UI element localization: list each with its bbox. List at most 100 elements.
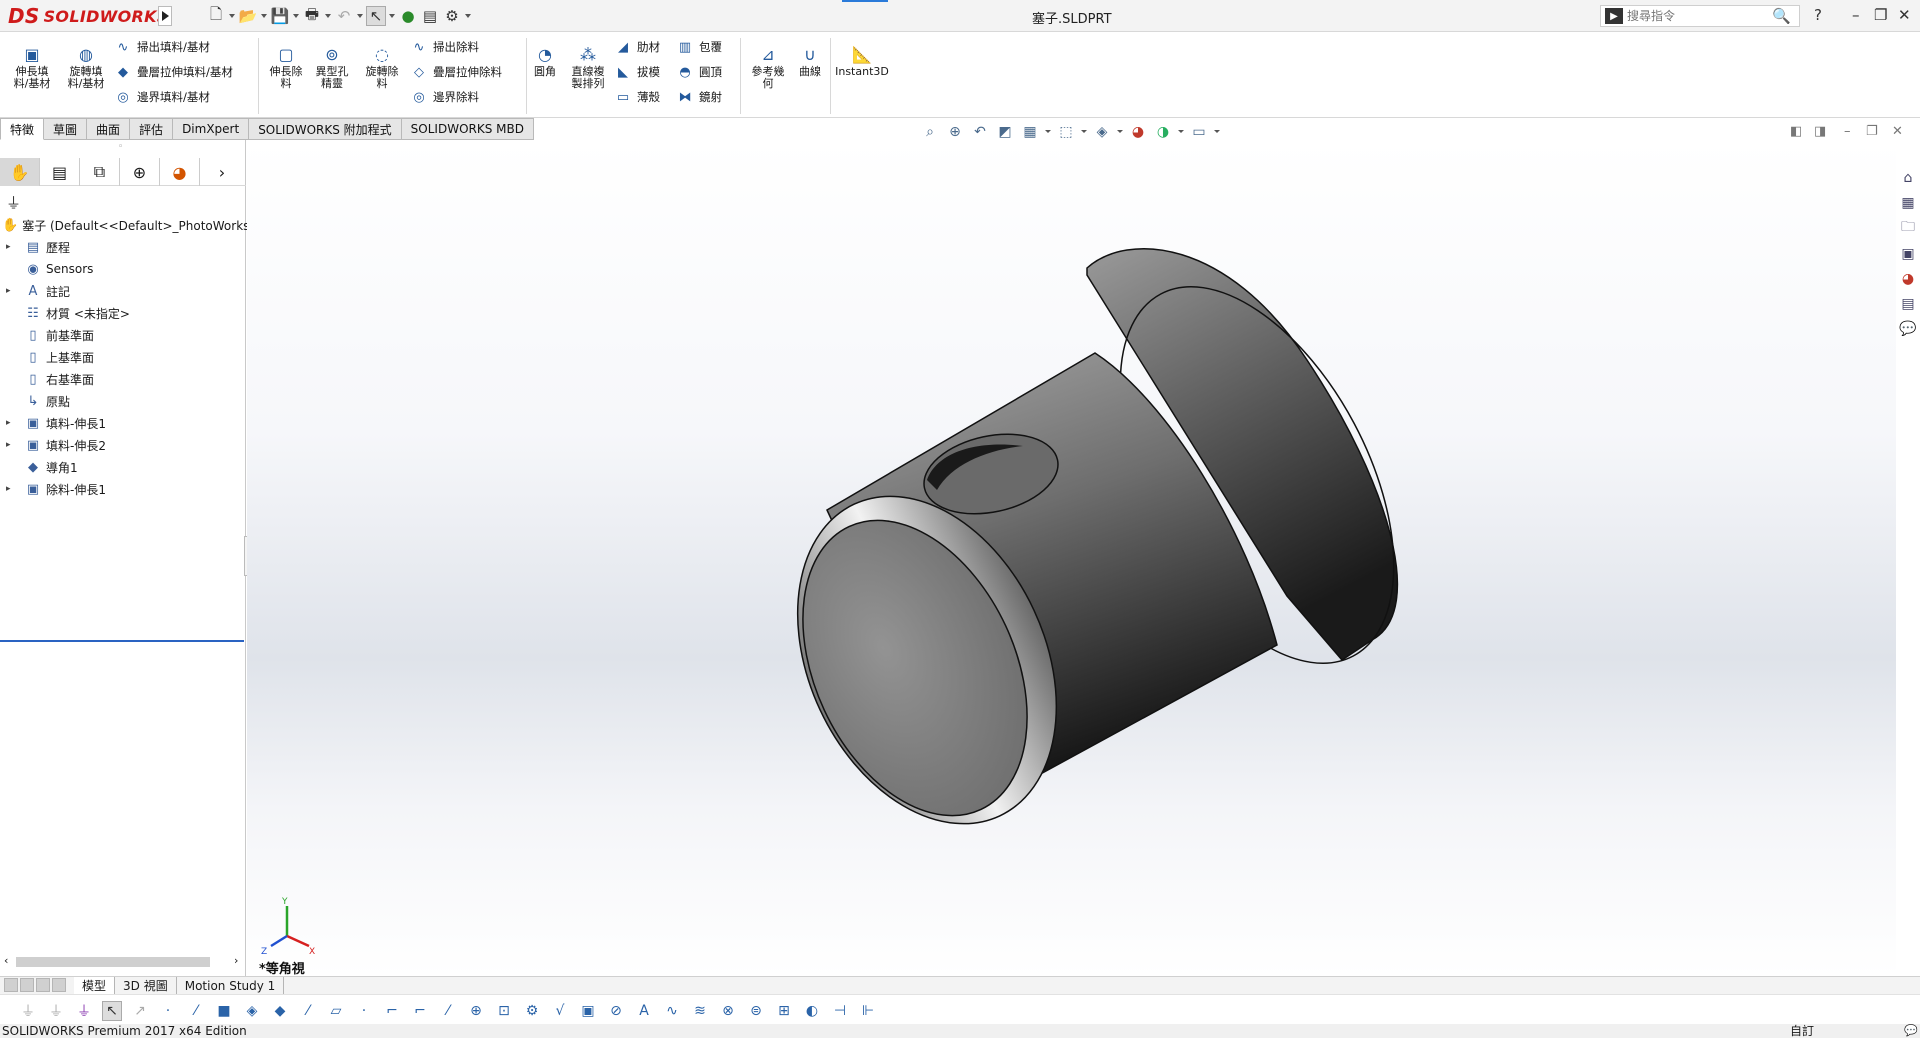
wrap-button[interactable]: ▥ 包覆 xyxy=(676,36,722,58)
tab-dimxpert[interactable]: DimXpert xyxy=(173,118,250,140)
property-manager-tab[interactable]: ▤ xyxy=(40,158,80,186)
filter-datum-targets-icon[interactable]: ∿ xyxy=(662,1001,682,1021)
undo-icon[interactable]: ↶ xyxy=(334,6,354,26)
solidworks-resources-icon[interactable]: ⌂ xyxy=(1898,168,1918,187)
tree-item[interactable]: ◆ 導角1 xyxy=(0,456,246,478)
rib-button[interactable]: ◢ 肋材 xyxy=(614,36,660,58)
search-input[interactable] xyxy=(1627,9,1757,23)
filter-toggle-icon[interactable]: ⏚ xyxy=(18,1001,38,1021)
close-icon[interactable]: ✕ xyxy=(1898,6,1911,24)
search-commands-box[interactable]: ▶ 🔍 xyxy=(1600,5,1800,27)
tree-item[interactable]: ☷ 材質 <未指定> xyxy=(0,302,246,324)
appearances-icon[interactable]: ◕ xyxy=(1898,269,1918,288)
filter-dowel-pins-icon[interactable]: ⊜ xyxy=(746,1001,766,1021)
filter-routing-points-icon[interactable]: ◐ xyxy=(802,1001,822,1021)
viewport-tile-left-icon[interactable]: ◧ xyxy=(1790,124,1802,139)
print-dropdown[interactable] xyxy=(324,6,332,26)
revolve-boss-button[interactable]: ◍ 旋轉填 料/基材 xyxy=(64,44,108,90)
new-dropdown[interactable] xyxy=(228,6,236,26)
viewport-restore-icon[interactable]: ❐ xyxy=(1866,124,1878,139)
fillet-button[interactable]: ◔ 圓角 xyxy=(530,44,560,78)
filter-clear-icon[interactable]: ⏚ xyxy=(46,1001,66,1021)
filter-cosmetic-threads-icon[interactable]: ≋ xyxy=(690,1001,710,1021)
viewport-tile-right-icon[interactable]: ◨ xyxy=(1814,124,1826,139)
rollback-bar[interactable] xyxy=(0,640,244,642)
graphics-area[interactable]: Y X Z *等角視 xyxy=(247,140,1896,976)
filter-dimensions-icon[interactable]: ⊡ xyxy=(494,1001,514,1021)
menu-expand-arrow[interactable] xyxy=(158,6,172,26)
filter-surface-finish-icon[interactable]: ⚙ xyxy=(522,1001,542,1021)
filter-notes-icon[interactable]: ▣ xyxy=(578,1001,598,1021)
design-library-icon[interactable]: ▦ xyxy=(1898,193,1918,212)
filter-faces-icon[interactable]: ■ xyxy=(214,1001,234,1021)
view-orientation-icon[interactable]: ⬚ xyxy=(1056,123,1076,141)
shell-button[interactable]: ▭ 薄殼 xyxy=(614,86,660,108)
open-dropdown[interactable] xyxy=(260,6,268,26)
swept-boss-button[interactable]: ∿ 掃出填料/基材 xyxy=(114,36,210,58)
hide-show-dropdown[interactable] xyxy=(1117,123,1123,141)
scroll-left-icon[interactable]: ‹ xyxy=(4,954,8,967)
tab-3d-views[interactable]: 3D 視圖 xyxy=(115,976,177,995)
filter-sketch-points-icon[interactable]: · xyxy=(354,1001,374,1021)
zoom-to-fit-icon[interactable]: ⌕ xyxy=(920,123,940,141)
print-icon[interactable]: 🖶 xyxy=(302,5,322,26)
linear-pattern-button[interactable]: ⁂ 直線複 製排列 xyxy=(566,44,610,90)
expand-arrow-icon[interactable]: ▸ xyxy=(6,484,16,494)
filter-axes-icon[interactable]: ⁄ xyxy=(298,1001,318,1021)
expand-arrow-icon[interactable]: ▸ xyxy=(6,440,16,450)
tab-sketch[interactable]: 草圖 xyxy=(44,118,88,140)
select-arrow-icon[interactable]: ↖ xyxy=(102,1000,122,1021)
tree-item[interactable]: ↳ 原點 xyxy=(0,390,246,412)
view-settings-icon[interactable]: ▭ xyxy=(1189,123,1209,141)
filter-geometric-tolerances-icon[interactable]: √ xyxy=(550,1001,570,1021)
custom-properties-icon[interactable]: ▤ xyxy=(1898,294,1918,313)
configuration-manager-tab[interactable]: ⧉ xyxy=(80,158,120,186)
tree-item[interactable]: ▸ ▣ 填料-伸長2 xyxy=(0,434,246,456)
boundary-boss-button[interactable]: ◎ 邊界填料/基材 xyxy=(114,86,210,108)
tab-model[interactable]: 模型 xyxy=(74,976,116,995)
tree-item[interactable]: ▯ 右基準面 xyxy=(0,368,246,390)
filter-vertices-icon[interactable]: ⋅ xyxy=(158,1001,178,1021)
tree-item[interactable]: ▯ 上基準面 xyxy=(0,346,246,368)
panel-horizontal-scrollbar[interactable]: ‹ › xyxy=(0,954,246,970)
search-icon[interactable]: 🔍 xyxy=(1772,7,1791,25)
solidworks-logo[interactable]: DS SOLIDWORKS xyxy=(8,3,168,29)
view-palette-icon[interactable]: ▣ xyxy=(1898,244,1918,263)
select-dropdown[interactable] xyxy=(388,6,396,26)
tab-nav-arrows[interactable] xyxy=(4,977,74,994)
revolve-cut-button[interactable]: ◌ 旋轉除 料 xyxy=(360,44,404,90)
file-explorer-icon[interactable]: 🗀 xyxy=(1898,218,1918,238)
section-view-icon[interactable]: ◩ xyxy=(995,123,1015,141)
filter-weld-symbols-icon[interactable]: A xyxy=(634,1001,654,1021)
restore-icon[interactable]: ❐ xyxy=(1874,6,1887,24)
tree-item[interactable]: ▸ A 註記 xyxy=(0,280,246,302)
tree-root-part[interactable]: ✋ 塞子 (Default<<Default>_PhotoWorks xyxy=(0,214,249,236)
scroll-thumb[interactable] xyxy=(16,957,210,967)
panel-splitter-handle[interactable]: ◦ xyxy=(118,142,123,152)
expand-arrow-icon[interactable]: ▸ xyxy=(6,286,16,296)
options-gear-icon[interactable]: ⚙ xyxy=(442,6,462,26)
display-style-dropdown[interactable] xyxy=(1081,123,1087,141)
select-pointer-icon[interactable]: ↖ xyxy=(366,6,386,26)
scroll-right-icon[interactable]: › xyxy=(234,954,238,967)
expand-arrow-icon[interactable]: ▸ xyxy=(6,242,16,252)
dome-button[interactable]: ◓ 圓頂 xyxy=(676,61,722,83)
filter-blocks-icon[interactable]: ⊗ xyxy=(718,1001,738,1021)
extrude-cut-button[interactable]: ▢ 伸長除 料 xyxy=(264,44,308,90)
solidworks-forum-icon[interactable]: 💬 xyxy=(1898,319,1918,338)
apply-scene-icon[interactable]: ◑ xyxy=(1153,123,1173,141)
select-edges-icon[interactable]: ↗ xyxy=(130,1001,150,1021)
help-icon[interactable]: ? xyxy=(1814,6,1822,24)
save-icon[interactable]: 💾 xyxy=(270,6,290,26)
filter-connection-points-icon[interactable]: ⊞ xyxy=(774,1001,794,1021)
tab-addins[interactable]: SOLIDWORKS 附加程式 xyxy=(249,118,402,140)
hide-show-items-icon[interactable]: ◈ xyxy=(1092,123,1112,141)
open-folder-icon[interactable]: 📂 xyxy=(238,6,258,26)
tab-evaluate[interactable]: 評估 xyxy=(130,118,174,140)
instant3d-button[interactable]: 📐 Instant3D xyxy=(834,44,890,78)
tab-features[interactable]: 特徵 xyxy=(0,118,45,140)
draft-button[interactable]: ◣ 拔模 xyxy=(614,61,660,83)
new-document-icon[interactable]: 🗋 xyxy=(206,5,226,26)
previous-view-icon[interactable]: ↶ xyxy=(970,123,990,141)
display-manager-tab[interactable]: ◕ xyxy=(160,158,200,186)
